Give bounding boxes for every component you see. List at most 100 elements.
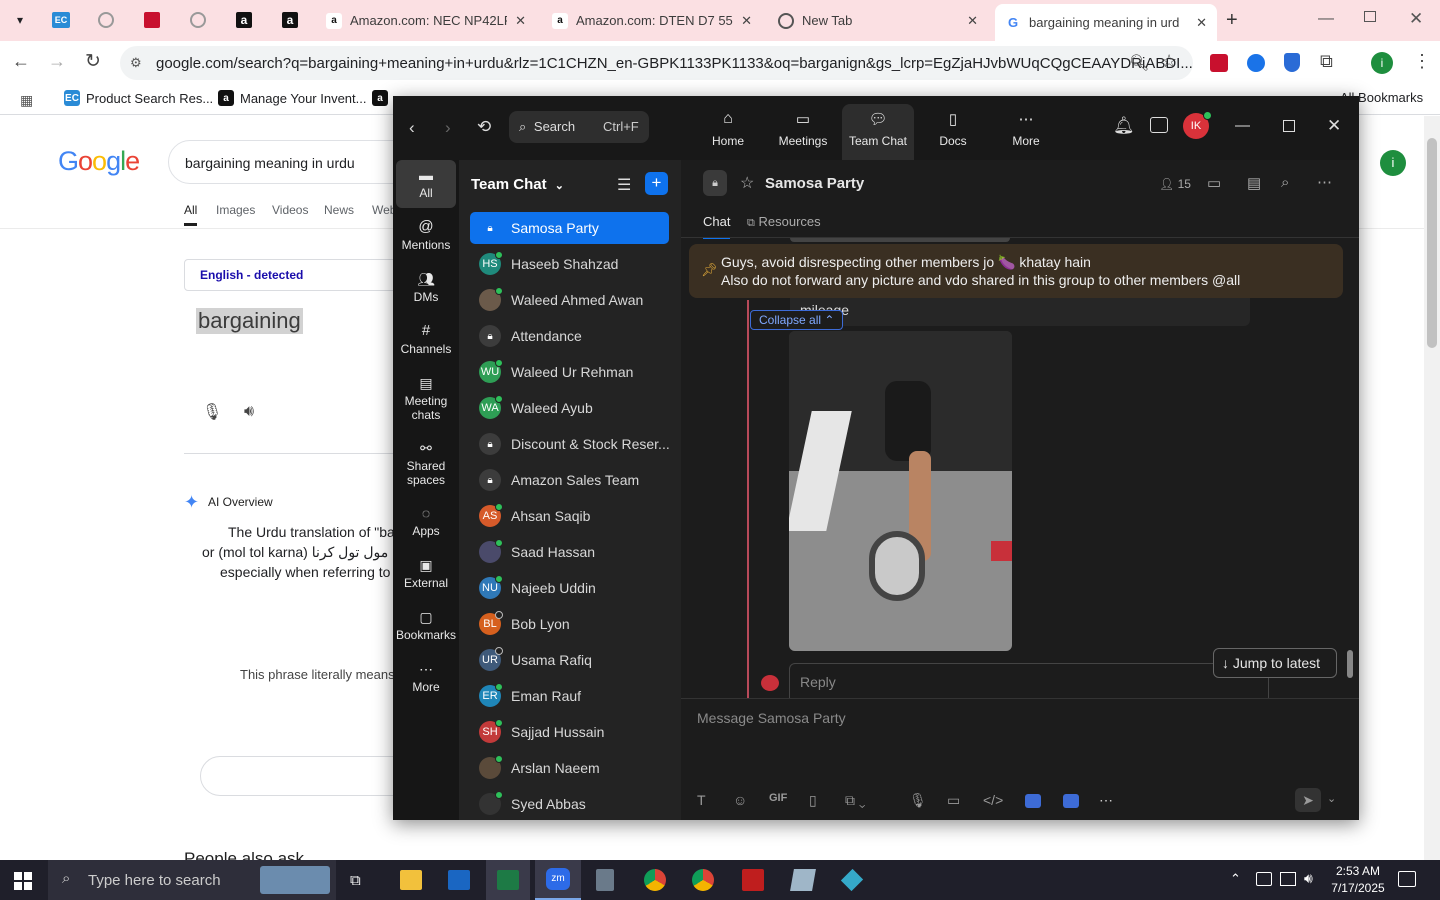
scrollbar-thumb[interactable] — [1427, 138, 1437, 348]
send-options-chevron-icon[interactable]: ⌄ — [1327, 792, 1336, 805]
network-card-icon[interactable] — [1256, 872, 1272, 886]
tab-amazon-dten[interactable]: a Amazon.com: DTEN D7 55-in ✕ — [542, 6, 762, 35]
video-call-icon[interactable]: ▭ — [1207, 174, 1221, 192]
extension-shield-icon[interactable] — [1284, 53, 1300, 72]
speaker-icon[interactable]: 🔊︎ — [244, 403, 254, 421]
thread-scrollbar[interactable] — [1347, 238, 1353, 698]
bookmark-product-search[interactable]: EC Product Search Res... — [64, 90, 213, 106]
pinned-tab-amazon-icon-2[interactable]: a — [282, 12, 298, 28]
extension-pdf-icon[interactable] — [1210, 54, 1228, 72]
close-icon[interactable]: ✕ — [1196, 15, 1207, 31]
rail-bookmarks[interactable]: ▢ Bookmarks — [396, 610, 456, 642]
chat-list-title[interactable]: Team Chat ⌄ — [471, 176, 564, 193]
tab-google-search[interactable]: G bargaining meaning in urdu ✕ — [995, 4, 1217, 41]
back-arrow-icon[interactable]: ← — [12, 51, 30, 72]
pinned-tab-globe-icon-2[interactable] — [190, 12, 206, 28]
bookmark-amazon[interactable]: a — [372, 90, 388, 106]
more-options-icon[interactable]: ⋯ — [1317, 173, 1332, 191]
channel-item[interactable]: HS Haseeb Shahzad — [470, 248, 669, 280]
minimize-icon[interactable]: — — [1318, 10, 1334, 28]
tab-chat[interactable]: Chat — [703, 214, 731, 239]
rail-channels[interactable]: # Channels — [396, 323, 456, 356]
channel-item[interactable]: AS Ahsan Saqib — [470, 500, 669, 532]
channel-item[interactable]: Waleed Ahmed Awan — [470, 284, 669, 316]
close-icon[interactable]: ✕ — [515, 13, 526, 29]
zoom-app-icon-2[interactable] — [1063, 794, 1079, 808]
send-icon[interactable]: ➤ — [1295, 788, 1321, 812]
extensions-puzzle-icon[interactable]: ⧉ — [1320, 51, 1333, 72]
rail-all[interactable]: ▬ All — [396, 160, 456, 208]
file-explorer-icon[interactable] — [400, 870, 422, 890]
close-icon[interactable]: ✕ — [741, 13, 752, 29]
rail-shared-spaces[interactable]: ⚯ Shared spaces — [396, 441, 456, 487]
emoji-icon[interactable]: ☺ — [733, 792, 747, 808]
minimize-icon[interactable]: — — [1235, 117, 1250, 134]
windows-start-icon[interactable] — [14, 872, 32, 890]
text-format-icon[interactable]: T — [697, 792, 706, 808]
gift-icon[interactable] — [1150, 117, 1168, 133]
screenshot-icon[interactable]: ⧉ ⌄ — [845, 792, 866, 809]
app-diamond-icon[interactable] — [840, 868, 864, 892]
back-chevron-icon[interactable]: ‹ — [409, 118, 415, 138]
forward-chevron-icon[interactable]: › — [445, 118, 451, 138]
volume-icon[interactable]: 🔊︎ — [1304, 870, 1313, 887]
scrollbar-thumb[interactable] — [1347, 650, 1353, 678]
pinned-tab-ec-icon[interactable]: EC — [52, 12, 70, 28]
channel-item[interactable]: 🔒︎ Samosa Party — [470, 212, 669, 244]
zoom-search-box[interactable]: ⌕ Search Ctrl+F — [509, 111, 649, 143]
address-bar[interactable]: ⚙ google.com/search?q=bargaining+meaning… — [120, 46, 1193, 80]
chat-title[interactable]: Samosa Party — [765, 175, 864, 192]
chevron-up-icon[interactable]: ⌃ — [1230, 871, 1241, 887]
nav-team-chat[interactable]: 💬︎ Team Chat — [842, 104, 914, 160]
close-icon[interactable]: ✕ — [967, 13, 978, 29]
channel-item[interactable]: ER Eman Rauf — [470, 680, 669, 712]
pinned-message-banner[interactable]: 📌︎ Guys, avoid disrespecting other membe… — [689, 244, 1343, 298]
rail-dms[interactable]: 👥︎ DMs — [396, 272, 456, 304]
clock[interactable]: 2:53 AM 7/17/2025 — [1330, 863, 1386, 897]
bookmark-star-icon[interactable]: ☆ — [1161, 51, 1177, 72]
google-logo[interactable]: Google — [58, 146, 140, 177]
tab-amazon-nec[interactable]: a Amazon.com: NEC NP42LP/1( ✕ — [316, 6, 536, 35]
zoom-taskbar-item[interactable]: zm — [535, 860, 581, 900]
nav-more[interactable]: ⋯ More — [993, 110, 1059, 160]
app-icon[interactable] — [790, 869, 816, 891]
source-language[interactable]: English - detected — [184, 259, 424, 291]
rail-more[interactable]: ⋯ More — [396, 662, 456, 694]
rail-apps[interactable]: ◌ Apps — [396, 506, 456, 538]
excel-taskbar-item[interactable] — [486, 860, 530, 900]
microphone-icon[interactable]: 🎙︎ — [909, 792, 927, 809]
favorite-star-icon[interactable]: ☆ — [740, 173, 754, 193]
calculator-icon[interactable] — [596, 869, 614, 891]
channel-item[interactable]: SH Sajjad Hussain — [470, 716, 669, 748]
zoom-app-icon[interactable] — [1025, 794, 1041, 808]
notifications-icon[interactable] — [1398, 871, 1416, 887]
profile-avatar[interactable]: i — [1371, 52, 1393, 74]
channel-item[interactable]: NU Najeeb Uddin — [470, 572, 669, 604]
new-chat-plus-icon[interactable]: + — [645, 172, 668, 195]
gif-icon[interactable]: GIF — [769, 792, 787, 804]
chrome-icon[interactable] — [644, 869, 666, 891]
channel-item[interactable]: 🔒︎ Amazon Sales Team — [470, 464, 669, 496]
new-tab-plus-icon[interactable]: + — [1226, 9, 1238, 32]
tab-all[interactable]: All — [184, 203, 198, 226]
pinned-tab-amazon-icon[interactable]: a — [236, 12, 252, 28]
channel-item[interactable]: UR Usama Rafiq — [470, 644, 669, 676]
channel-item[interactable]: 🔒︎ Discount & Stock Reser... — [470, 428, 669, 460]
channel-item[interactable]: BL Bob Lyon — [470, 608, 669, 640]
video-message-icon[interactable]: ▭ — [947, 792, 960, 809]
close-icon[interactable]: ✕ — [1327, 116, 1341, 136]
tab-search-chevron-icon[interactable]: ▾ — [8, 8, 32, 32]
more-icon[interactable]: ⋯ — [1099, 792, 1113, 809]
channel-item[interactable]: Syed Abbas — [470, 788, 669, 820]
maximize-icon[interactable] — [1283, 120, 1295, 132]
channel-item[interactable]: Arslan Naeem — [470, 752, 669, 784]
jump-to-latest-button[interactable]: ↓ Jump to latest — [1213, 648, 1337, 678]
reload-icon[interactable]: ↻ — [85, 50, 101, 73]
taskbar-search-box[interactable]: ⌕ Type here to search — [48, 860, 336, 900]
tab-new-tab[interactable]: New Tab ✕ — [768, 6, 988, 35]
page-scrollbar[interactable] — [1424, 116, 1440, 860]
channel-item[interactable]: 🔒︎ Attendance — [470, 320, 669, 352]
chrome-menu-icon[interactable]: ⋮ — [1413, 51, 1431, 72]
nav-meetings[interactable]: ▭ Meetings — [770, 110, 836, 160]
tab-resources[interactable]: ⧉ Resources — [747, 214, 821, 230]
